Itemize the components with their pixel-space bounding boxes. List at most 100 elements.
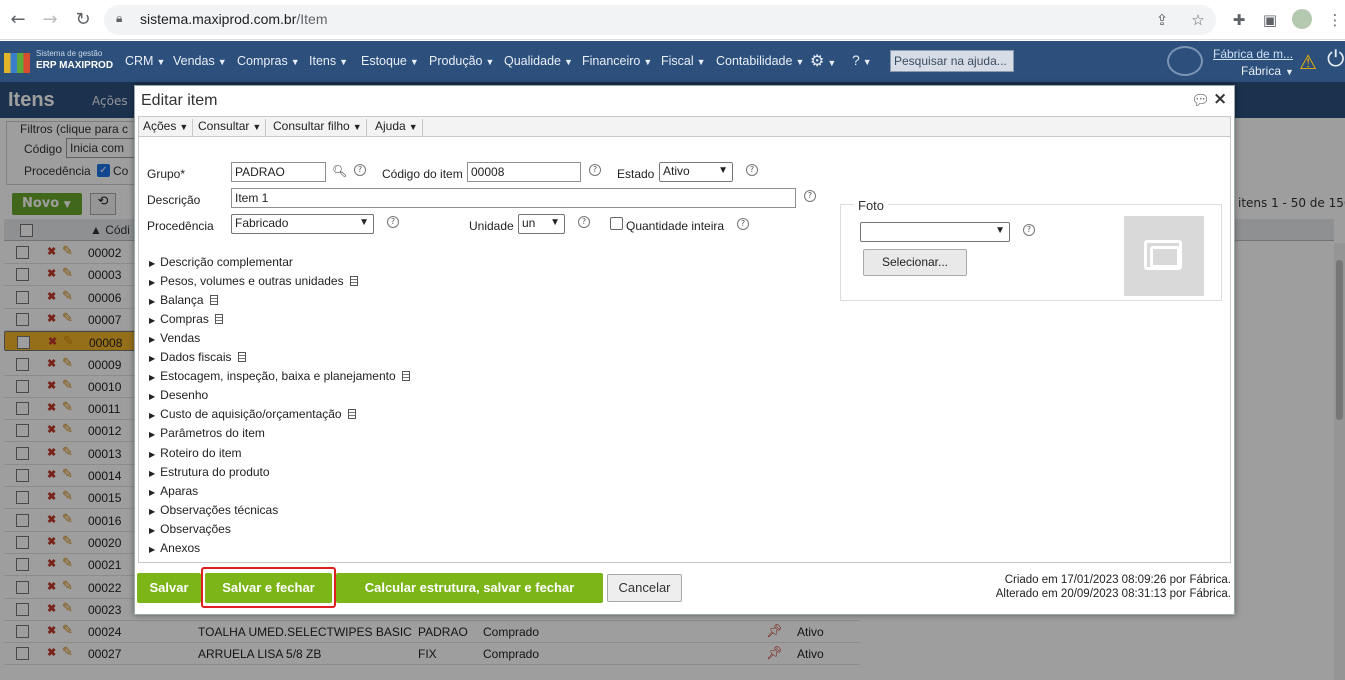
gear-icon[interactable]: ⚙ ▼ <box>810 51 836 71</box>
company-user-dropdown[interactable]: Fábrica ▼ <box>1241 64 1294 78</box>
menu-contabilidade[interactable]: Contabilidade ▼ <box>716 54 804 68</box>
search-icon[interactable]: 🔍︎ <box>332 164 347 178</box>
unidade-select[interactable]: un ▼ <box>518 214 565 234</box>
bookmark-star-icon[interactable]: ☆ <box>1188 10 1208 30</box>
procedencia-select[interactable]: Fabricado ▼ <box>231 214 374 234</box>
photo-placeholder-icon <box>1124 216 1204 296</box>
section-toggle[interactable]: ▶ Desenho <box>149 388 208 402</box>
close-icon[interactable]: × <box>1213 89 1227 109</box>
section-toggle[interactable]: ▶ Descrição complementar <box>149 255 293 269</box>
menu-vendas[interactable]: Vendas ▼ <box>173 54 227 68</box>
section-toggle[interactable]: ▶ Custo de aquisição/orçamentação <box>149 407 356 421</box>
reload-icon[interactable]: ↻ <box>71 8 95 32</box>
menu-estoque[interactable]: Estoque ▼ <box>361 54 419 68</box>
expand-triangle-icon: ▶ <box>149 278 156 288</box>
expand-triangle-icon: ▶ <box>149 335 156 345</box>
section-toggle[interactable]: ▶ Vendas <box>149 331 200 345</box>
help-codigo-icon[interactable]: ? <box>589 164 601 176</box>
url-text[interactable]: sistema.maxiprod.com.br/Item <box>140 11 328 27</box>
section-label: Balança <box>160 293 204 308</box>
help-unidade-icon[interactable]: ? <box>578 216 590 228</box>
help-grupo-icon[interactable]: ? <box>354 164 366 176</box>
section-label: Custo de aquisição/orçamentação <box>160 407 342 422</box>
section-toggle[interactable]: ▶ Aparas <box>149 484 198 498</box>
sidepanel-icon[interactable]: ▣ <box>1260 10 1280 30</box>
help-procedencia-icon[interactable]: ? <box>387 216 399 228</box>
help-icon[interactable]: ? ▼ <box>852 52 872 68</box>
lock-icon[interactable]: 🔒︎ <box>116 11 130 27</box>
forward-icon[interactable]: → <box>38 8 62 32</box>
section-toggle[interactable]: ▶ Estocagem, inspeção, baixa e planejamen… <box>149 369 410 383</box>
foto-legend: Foto <box>854 198 889 213</box>
quantidade-inteira-label: Quantidade inteira <box>626 219 725 233</box>
help-estado-icon[interactable]: ? <box>746 164 758 176</box>
section-toggle[interactable]: ▶ Balança <box>149 293 218 307</box>
section-toggle[interactable]: ▶ Roteiro do item <box>149 446 242 460</box>
estado-select[interactable]: Ativo ▼ <box>659 162 733 182</box>
document-icon <box>214 314 223 325</box>
chat-bubble-icon[interactable] <box>1167 46 1203 76</box>
codigo-item-input[interactable]: 00008 <box>467 162 581 182</box>
expand-triangle-icon: ▶ <box>149 297 156 307</box>
chat-icon[interactable]: 💬︎ <box>1191 91 1210 109</box>
section-label: Compras <box>160 312 209 327</box>
expand-triangle-icon: ▶ <box>149 259 156 268</box>
logo-line1: Sistema de gestão <box>36 49 103 58</box>
share-icon[interactable]: ⇪ <box>1152 10 1172 30</box>
document-icon <box>401 371 410 382</box>
power-icon[interactable]: ⏻ <box>1327 47 1344 72</box>
expand-triangle-icon: ▶ <box>149 506 156 516</box>
section-toggle[interactable]: ▶ Estrutura do produto <box>149 465 270 479</box>
help-quantidade-icon[interactable]: ? <box>737 218 749 230</box>
modified-info: Alterado em 20/09/2023 08:31:13 por Fábr… <box>995 588 1231 600</box>
descricao-input[interactable]: Item 1 <box>231 188 796 208</box>
grupo-label: Grupo* <box>147 167 186 181</box>
url-path: /Item <box>296 11 328 27</box>
expand-triangle-icon: ▶ <box>149 316 156 326</box>
back-icon[interactable]: ← <box>6 8 30 32</box>
warning-icon[interactable]: ⚠ <box>1299 50 1317 74</box>
menu-crm[interactable]: CRM ▼ <box>125 54 165 68</box>
menu-consultar[interactable]: Consultar ▼ <box>194 119 267 136</box>
company-link[interactable]: Fábrica de m... <box>1213 47 1293 61</box>
section-label: Anexos <box>160 540 201 555</box>
section-toggle[interactable]: ▶ Compras <box>149 312 223 326</box>
maxiprod-logo[interactable]: Sistema de gestão ERP MAXIPROD <box>4 47 114 77</box>
section-toggle[interactable]: ▶ Dados fiscais <box>149 350 246 364</box>
menu-consultar-filho[interactable]: Consultar filho ▼ <box>269 119 367 136</box>
profile-avatar[interactable] <box>1292 9 1312 29</box>
expand-triangle-icon: ▶ <box>149 487 156 497</box>
menu-acoes[interactable]: Ações ▼ <box>139 119 194 136</box>
help-search-input[interactable]: Pesquisar na ajuda... <box>890 50 1014 72</box>
menu-itens[interactable]: Itens ▼ <box>309 54 348 68</box>
menu-qualidade[interactable]: Qualidade ▼ <box>504 54 573 68</box>
menu-compras[interactable]: Compras ▼ <box>237 54 300 68</box>
menu-financeiro[interactable]: Financeiro ▼ <box>582 54 652 68</box>
kebab-menu-icon[interactable]: ⋮ <box>1325 10 1345 30</box>
menu-ajuda[interactable]: Ajuda ▼ <box>371 119 423 136</box>
cancelar-button[interactable]: Cancelar <box>607 574 682 602</box>
section-toggle[interactable]: ▶ Pesos, volumes e outras unidades <box>149 274 358 288</box>
extensions-icon[interactable]: ✚ <box>1229 10 1249 30</box>
selecionar-button[interactable]: Selecionar... <box>863 249 967 276</box>
section-label: Estocagem, inspeção, baixa e planejament… <box>160 369 396 384</box>
grupo-input[interactable]: PADRAO <box>231 162 326 182</box>
section-toggle[interactable]: ▶ Observações técnicas <box>149 503 278 517</box>
section-toggle[interactable]: ▶ Observações <box>149 522 231 536</box>
menu-producao[interactable]: Produção ▼ <box>429 54 494 68</box>
menu-fiscal[interactable]: Fiscal ▼ <box>661 54 706 68</box>
salvar-button[interactable]: Salvar <box>137 573 201 603</box>
section-toggle[interactable]: ▶ Anexos <box>149 541 200 555</box>
document-icon <box>347 409 356 420</box>
highlight-box <box>201 567 336 608</box>
section-label: Desenho <box>160 388 209 403</box>
foto-select[interactable]: ▼ <box>860 222 1010 242</box>
help-descricao-icon[interactable]: ? <box>804 190 816 202</box>
section-toggle[interactable]: ▶ Parâmetros do item <box>149 426 265 440</box>
quantidade-inteira-checkbox[interactable] <box>610 217 623 230</box>
section-label: Observações <box>160 521 231 536</box>
address-bar[interactable]: 🔒︎ sistema.maxiprod.com.br/Item ⇪ ☆ <box>104 5 1216 35</box>
help-foto-icon[interactable]: ? <box>1023 224 1035 236</box>
calcular-estrutura-button[interactable]: Calcular estrutura, salvar e fechar <box>336 573 603 603</box>
expand-triangle-icon: ▶ <box>149 392 156 402</box>
